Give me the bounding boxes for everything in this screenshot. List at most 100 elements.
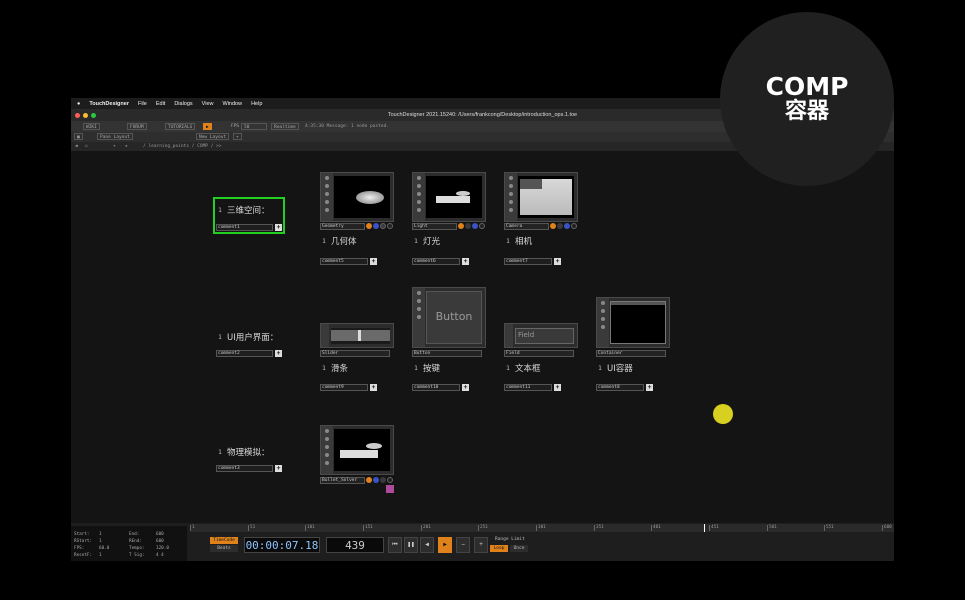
step-backward-icon[interactable]: − [456, 537, 470, 553]
op-name-light[interactable]: Light [412, 223, 457, 230]
menu-help[interactable]: Help [251, 101, 262, 107]
display-flag-icon[interactable] [373, 477, 379, 483]
camera-comp-node[interactable] [504, 172, 578, 222]
menu-dialogs[interactable]: Dialogs [174, 101, 192, 107]
comment-add-icon[interactable]: + [554, 258, 561, 265]
render-flag-icon[interactable] [366, 477, 372, 483]
render-flag-icon[interactable] [366, 223, 372, 229]
pane-icon[interactable]: ▦ [74, 133, 83, 140]
wiki-button[interactable]: WIKI [83, 123, 100, 130]
lock-flag-icon[interactable] [380, 223, 386, 229]
display-flag-icon[interactable] [472, 223, 478, 229]
menu-file[interactable]: File [138, 101, 147, 107]
output-connector-icon[interactable] [387, 477, 393, 483]
menu-edit[interactable]: Edit [156, 101, 165, 107]
op-name-button[interactable]: Button [412, 350, 482, 357]
display-flag-icon[interactable] [564, 223, 570, 229]
comment-name-field[interactable]: comment3 [216, 465, 273, 472]
bullet-output-connector-icon[interactable] [386, 485, 394, 493]
button-comp-node[interactable]: Button [412, 287, 486, 348]
apple-icon[interactable]: ● [77, 101, 80, 107]
lock-flag-icon[interactable] [465, 223, 471, 229]
step-forward-icon[interactable]: + [474, 537, 488, 553]
comment-name-field[interactable]: comment2 [216, 350, 273, 357]
close-window-button[interactable] [75, 112, 80, 118]
comment-add-icon[interactable]: + [462, 384, 469, 391]
comment-name-field[interactable]: comment10 [412, 384, 460, 391]
timecode-display[interactable]: 00:00:07.18 [244, 537, 320, 553]
home-icon[interactable]: ⌂ [83, 143, 90, 150]
rewind-button[interactable]: ⏮ [388, 537, 402, 553]
op-name-slider[interactable]: Slider [320, 350, 390, 357]
slider-comp-node[interactable] [320, 323, 394, 348]
comment-name-field[interactable]: comment7 [504, 258, 552, 265]
frame-display[interactable]: 439 [326, 537, 384, 553]
comment-add-icon[interactable]: + [646, 384, 653, 391]
container-comp-node[interactable] [596, 297, 670, 348]
realtime-toggle[interactable]: Realtime [271, 123, 299, 130]
comment-name-field[interactable]: comment5 [320, 258, 368, 265]
fps-stat-value[interactable]: 60.0 [99, 546, 109, 551]
comment-add-icon[interactable]: + [275, 465, 282, 472]
tempo-value[interactable]: 120.0 [156, 546, 169, 551]
new-layout-button[interactable]: New Layout [196, 133, 230, 140]
lock-flag-icon[interactable] [380, 477, 386, 483]
render-flag-icon[interactable] [458, 223, 464, 229]
bullet-solver-comp-node[interactable] [320, 425, 394, 475]
add-layout-icon[interactable]: + [233, 133, 242, 140]
menu-window[interactable]: Window [223, 101, 243, 107]
op-name-geometry[interactable]: Geometry [320, 223, 365, 230]
comment-add-icon[interactable]: + [275, 350, 282, 357]
comment-add-icon[interactable]: + [554, 384, 561, 391]
playhead-marker[interactable] [704, 524, 705, 532]
comment-add-icon[interactable]: + [275, 224, 282, 231]
step-back-button[interactable]: ◀ [420, 537, 434, 553]
output-connector-icon[interactable] [479, 223, 485, 229]
comment-name-field[interactable]: comment1 [216, 224, 273, 231]
beats-mode-button[interactable]: Beats [210, 545, 238, 552]
comment-add-icon[interactable]: + [370, 258, 377, 265]
once-button[interactable]: Once [510, 545, 528, 552]
timeline-ruler[interactable]: 1 51 101 151 201 251 301 351 401 451 501 551 600 [190, 524, 894, 532]
op-name-bullet-solver[interactable]: Bullet_Solver [320, 477, 365, 484]
start-value[interactable]: 1 [99, 532, 102, 537]
minimize-window-button[interactable] [83, 112, 88, 118]
pause-button[interactable]: ❚❚ [404, 537, 418, 553]
tutorials-button[interactable]: TUTORIALS [165, 123, 196, 130]
render-flag-icon[interactable] [550, 223, 556, 229]
comment-add-icon[interactable]: + [462, 258, 469, 265]
comment-name-field[interactable]: comment6 [412, 258, 460, 265]
comment-name-field[interactable]: comment8 [596, 384, 644, 391]
app-menu[interactable]: TouchDesigner [89, 101, 129, 107]
resetf-value[interactable]: 1 [99, 553, 102, 558]
light-comp-node[interactable] [412, 172, 486, 222]
tsig-value[interactable]: 4 4 [156, 553, 164, 558]
op-name-container[interactable]: Container [596, 350, 666, 357]
rend-value[interactable]: 600 [156, 539, 164, 544]
display-flag-icon[interactable] [373, 223, 379, 229]
comment-name-field[interactable]: comment9 [320, 384, 368, 391]
star-icon[interactable]: ★ [123, 143, 130, 150]
pane-layout-button[interactable]: Pane Layout [97, 133, 133, 140]
nav-arrow-icon[interactable]: ◀ [73, 143, 80, 150]
rstart-value[interactable]: 1 [99, 539, 102, 544]
op-name-camera[interactable]: Camera [504, 223, 549, 230]
menu-view[interactable]: View [202, 101, 214, 107]
output-connector-icon[interactable] [387, 223, 393, 229]
perform-mode-button[interactable]: ▶ [203, 123, 212, 130]
op-name-field[interactable]: Field [504, 350, 574, 357]
add-icon[interactable]: + [111, 143, 118, 150]
lock-flag-icon[interactable] [557, 223, 563, 229]
forum-button[interactable]: FORUM [127, 123, 147, 130]
network-path[interactable]: / learning_points / COMP / >> [141, 143, 224, 150]
zoom-window-button[interactable] [91, 112, 96, 118]
loop-button[interactable]: Loop [490, 545, 508, 552]
comment-add-icon[interactable]: + [370, 384, 377, 391]
field-comp-node[interactable]: Field [504, 323, 578, 348]
timecode-mode-button[interactable]: TimeCode [210, 537, 238, 544]
end-value[interactable]: 600 [156, 532, 164, 537]
output-connector-icon[interactable] [571, 223, 577, 229]
geometry-comp-node[interactable] [320, 172, 394, 222]
fps-field[interactable]: 50 [241, 123, 267, 130]
play-button[interactable]: ▶ [438, 537, 452, 553]
